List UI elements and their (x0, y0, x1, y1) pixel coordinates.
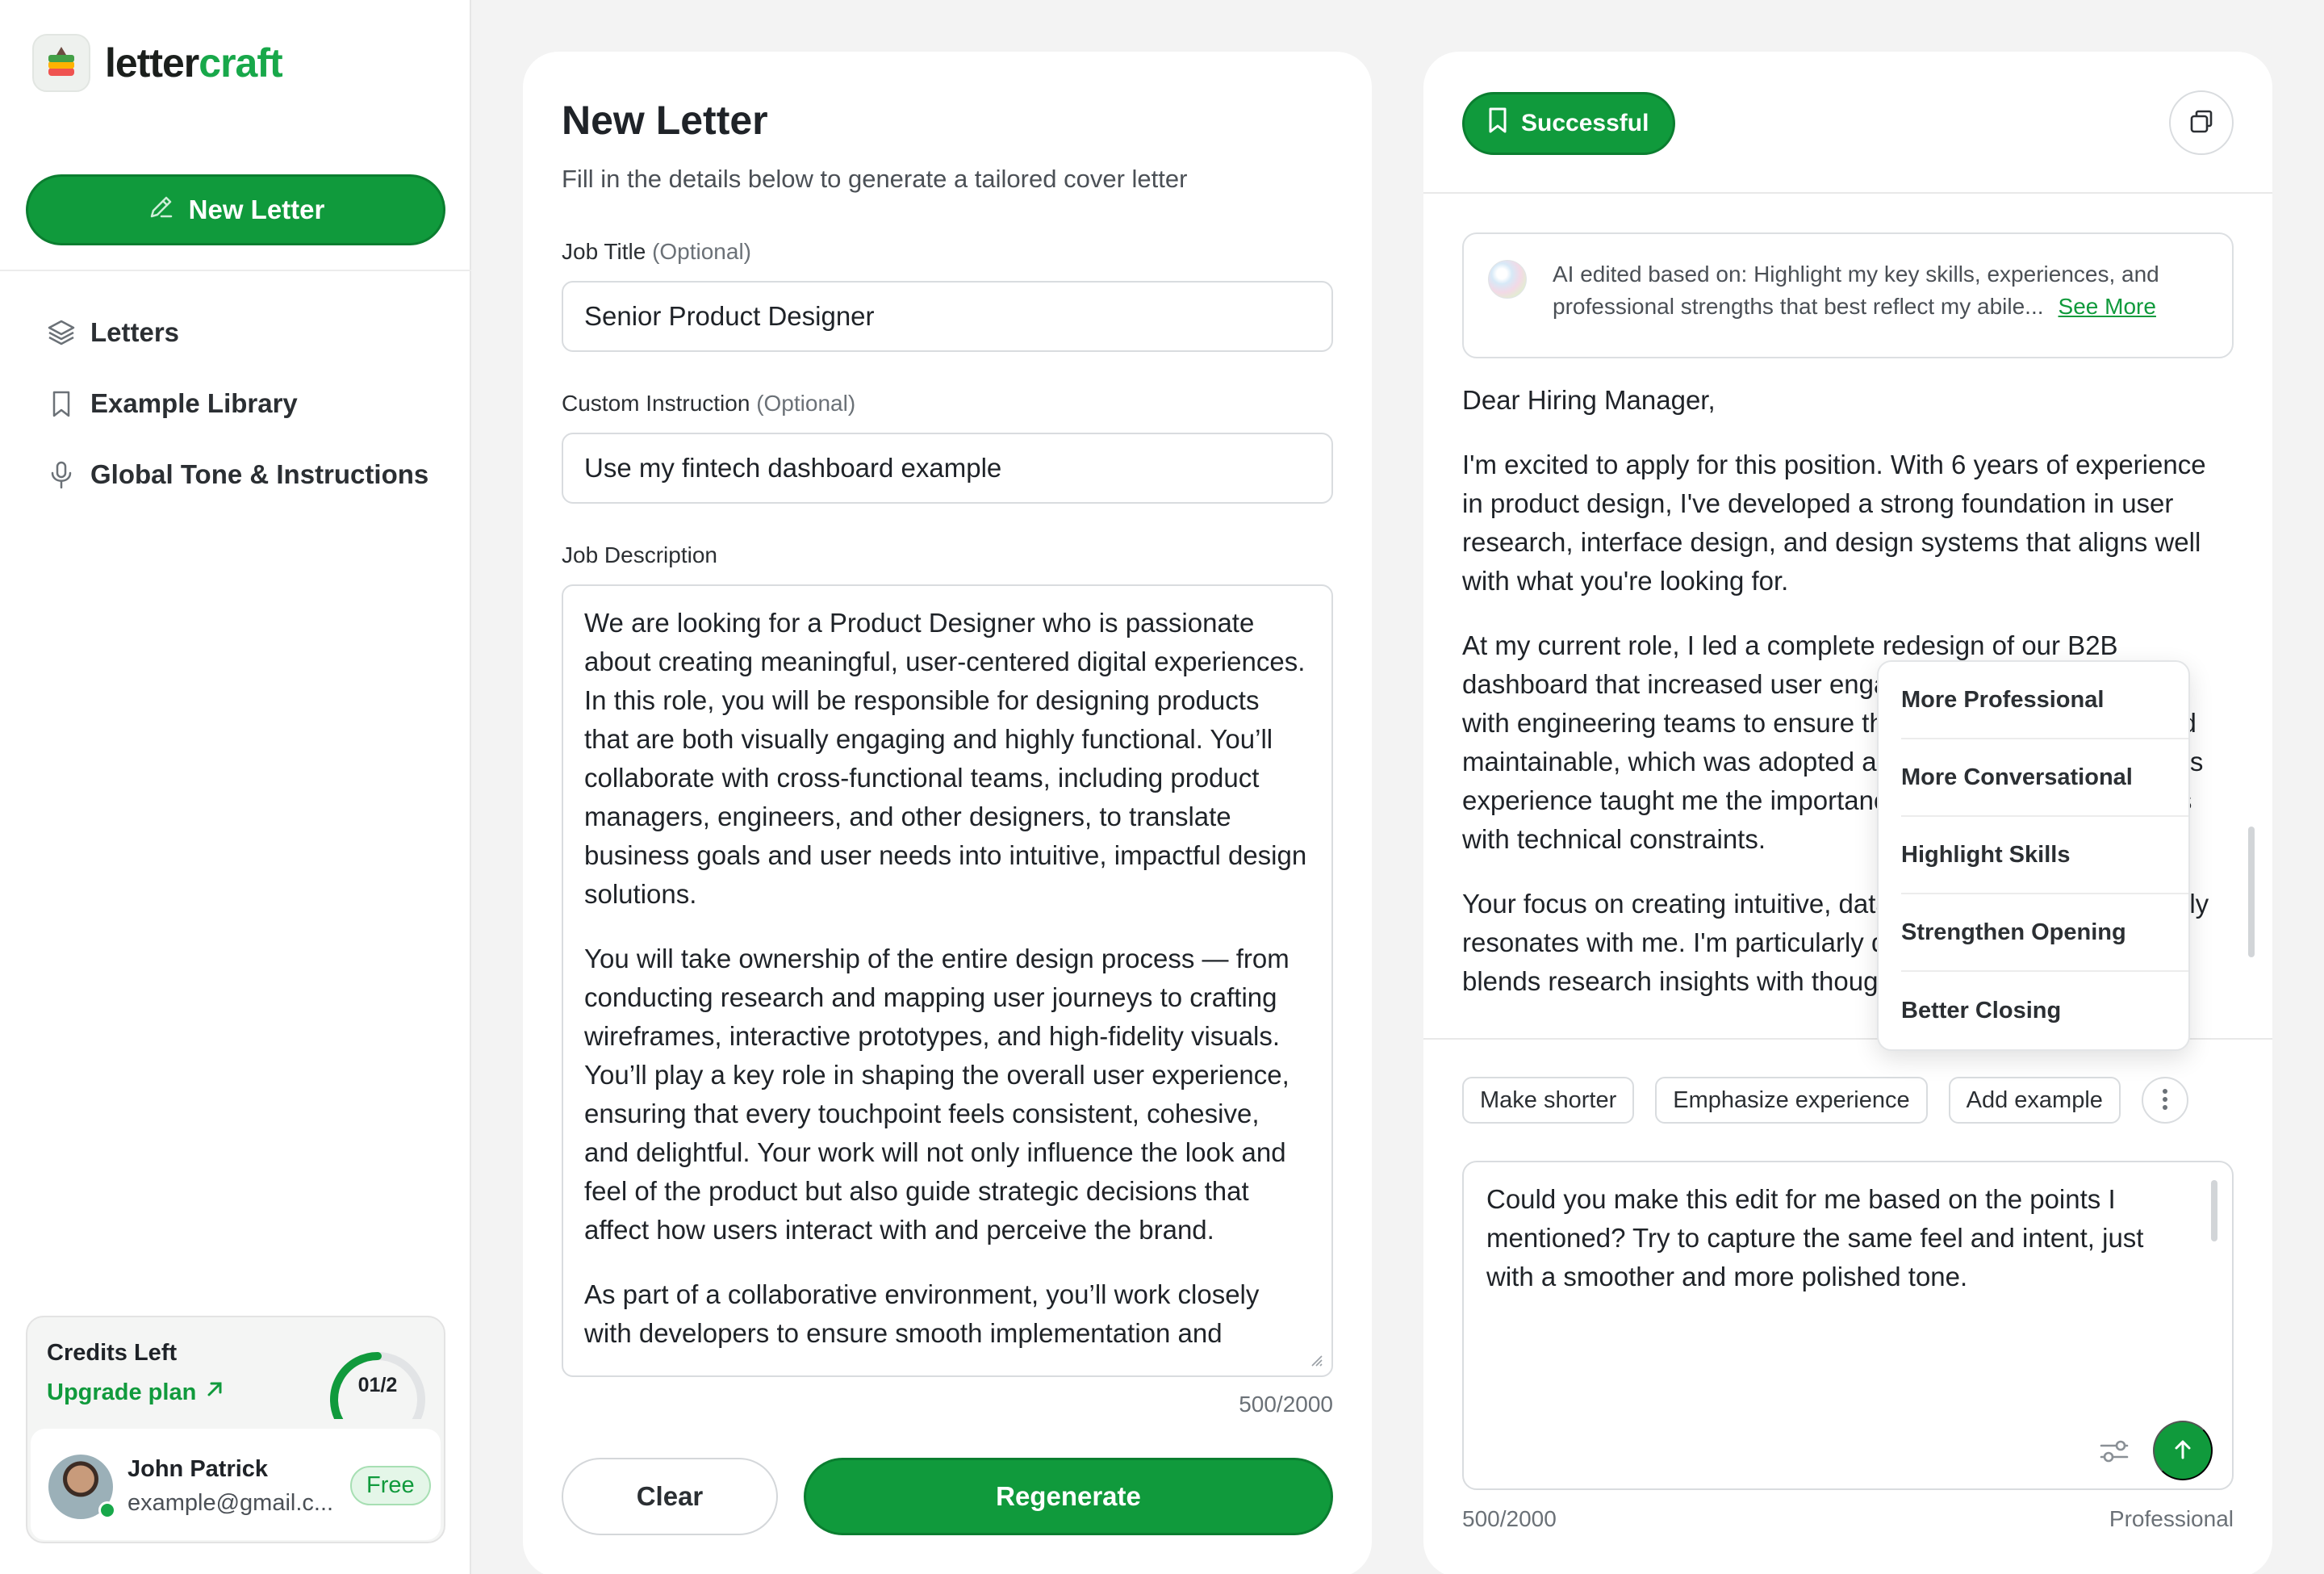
bookmark-icon (45, 387, 77, 420)
menu-item-better-closing[interactable]: Better Closing (1901, 972, 2188, 1049)
edit-prompt-textarea[interactable]: Could you make this edit for me based on… (1462, 1161, 2234, 1490)
sidebar: lettercraft New Letter Letters Example L… (0, 0, 471, 1574)
sidebar-item-letters[interactable]: Letters (45, 308, 428, 357)
custom-instruction-input[interactable]: Use my fintech dashboard example (562, 433, 1333, 504)
sidebar-item-label: Global Tone & Instructions (90, 459, 429, 489)
layers-icon (45, 316, 77, 349)
sidebar-item-example-library[interactable]: Example Library (45, 379, 428, 428)
ai-note-text: AI edited based on: Highlight my key ski… (1553, 258, 2214, 323)
credits-title: Credits Left (47, 1340, 178, 1366)
field-label-text: Job Title (562, 239, 646, 264)
upgrade-plan-label: Upgrade plan (47, 1379, 197, 1405)
menu-item-more-conversational[interactable]: More Conversational (1901, 739, 2188, 817)
header-divider (1423, 192, 2272, 194)
job-description-paragraph: You will take ownership of the entire de… (584, 944, 1289, 1245)
resize-handle-icon[interactable] (1307, 1351, 1323, 1367)
upgrade-plan-link[interactable]: Upgrade plan (47, 1379, 225, 1406)
sidebar-item-label: Letters (90, 317, 180, 347)
chip-emphasize-experience[interactable]: Emphasize experience (1655, 1077, 1928, 1124)
more-vertical-icon (2161, 1087, 2169, 1114)
letter-paragraph: Dear Hiring Manager, (1462, 385, 1716, 415)
send-button[interactable] (2153, 1421, 2213, 1480)
ai-edit-note: AI edited based on: Highlight my key ski… (1462, 232, 2234, 358)
job-description-paragraph: As part of a collaborative environment, … (584, 1279, 1260, 1348)
status-badge[interactable]: Successful (1462, 92, 1676, 155)
sidebar-nav: Letters Example Library Global Tone & In… (45, 308, 428, 521)
app-logo[interactable]: lettercraft (32, 34, 283, 92)
clear-button[interactable]: Clear (562, 1458, 778, 1535)
copy-button[interactable] (2169, 90, 2234, 155)
plan-badge: Free (350, 1466, 431, 1505)
optional-tag: (Optional) (756, 391, 856, 416)
sidebar-item-global-tone[interactable]: Global Tone & Instructions (45, 450, 428, 499)
user-profile[interactable]: John Patrick example@gmail.c... Free (31, 1429, 441, 1540)
microphone-icon (45, 458, 77, 491)
status-label: Successful (1521, 110, 1649, 136)
chip-add-example[interactable]: Add example (1948, 1077, 2121, 1124)
more-options-button[interactable] (2141, 1077, 2188, 1124)
job-description-label: Job Description (562, 542, 717, 567)
field-label-text: Custom Instruction (562, 391, 750, 416)
chip-make-shorter[interactable]: Make shorter (1462, 1077, 1635, 1124)
avatar (48, 1455, 116, 1519)
menu-item-highlight-skills[interactable]: Highlight Skills (1901, 817, 2188, 894)
logo-wordmark: lettercraft (105, 40, 283, 86)
new-letter-form: New Letter Fill in the details below to … (523, 52, 1372, 1574)
job-title-input[interactable]: Senior Product Designer (562, 281, 1333, 352)
menu-item-strengthen-opening[interactable]: Strengthen Opening (1901, 894, 2188, 972)
job-description-textarea[interactable]: We are looking for a Product Designer wh… (562, 584, 1333, 1377)
job-title-label: Job Title (Optional) (562, 239, 751, 265)
arrow-up-right-icon (204, 1379, 225, 1406)
arrow-up-icon (2171, 1438, 2195, 1464)
see-more-link[interactable]: See More (2059, 294, 2156, 319)
logo-icon (32, 34, 90, 92)
quick-edit-chips: Make shorter Emphasize experience Add ex… (1462, 1077, 2188, 1124)
tune-settings-icon[interactable] (2098, 1435, 2130, 1467)
online-status-dot (98, 1501, 116, 1519)
copy-icon (2188, 108, 2215, 138)
sidebar-item-label: Example Library (90, 388, 298, 418)
credits-card: Credits Left Upgrade plan 01/2 John Patr… (26, 1316, 445, 1543)
ai-orb-icon (1488, 260, 1527, 299)
letter-scrollbar[interactable] (2248, 827, 2255, 957)
sidebar-divider (0, 270, 471, 271)
prompt-counter: 500/2000 (1462, 1506, 1557, 1531)
regenerate-button[interactable]: Regenerate (804, 1458, 1333, 1535)
user-name: John Patrick (127, 1456, 269, 1482)
page-subtitle: Fill in the details below to generate a … (562, 165, 1188, 193)
user-email: example@gmail.c... (127, 1490, 334, 1516)
job-description-counter: 500/2000 (1239, 1392, 1333, 1417)
new-letter-label: New Letter (188, 195, 325, 224)
bookmark-icon (1486, 107, 1510, 140)
letter-paragraph: I'm excited to apply for this position. … (1462, 450, 2206, 596)
job-description-paragraph: We are looking for a Product Designer wh… (584, 608, 1307, 909)
page-title: New Letter (562, 98, 768, 143)
menu-item-more-professional[interactable]: More Professional (1901, 662, 2188, 739)
credits-count: 01/2 (357, 1374, 398, 1396)
custom-instruction-label: Custom Instruction (Optional) (562, 391, 855, 417)
optional-tag: (Optional) (652, 239, 751, 264)
prompt-scrollbar[interactable] (2211, 1180, 2217, 1241)
pen-icon (147, 192, 176, 228)
tone-dropdown-menu: More Professional More Conversational Hi… (1877, 660, 2190, 1051)
prompt-text: Could you make this edit for me based on… (1486, 1184, 2144, 1291)
tone-indicator[interactable]: Professional (2109, 1506, 2234, 1532)
new-letter-button[interactable]: New Letter (26, 174, 445, 245)
